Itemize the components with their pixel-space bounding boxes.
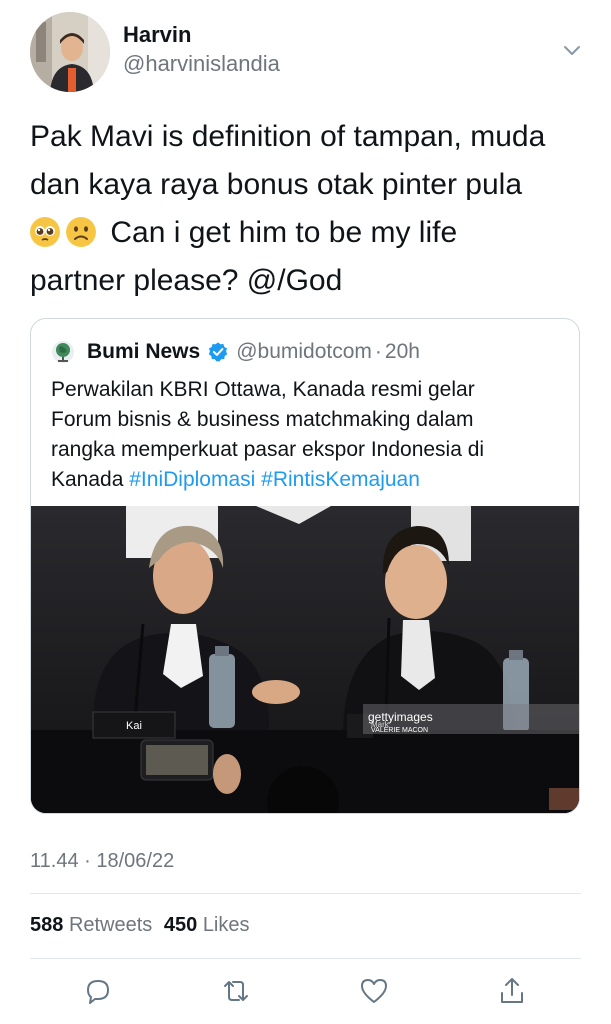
tweet-line: Pak Mavi is definition of tampan, muda (30, 120, 546, 153)
tweet-line-text: Can i get him to be my life (110, 216, 458, 249)
quoted-line: rangka memperkuat pasar ekspor Indonesia… (51, 438, 485, 461)
quoted-time: 20h (384, 340, 420, 363)
hashtag-link[interactable]: #RintisKemajuan (261, 468, 420, 491)
tweet-line: Can i get him to be my life (30, 209, 590, 257)
share-icon[interactable] (496, 975, 528, 1007)
verified-badge-icon (209, 342, 228, 362)
quoted-line-text: Kanada (51, 468, 124, 491)
retweet-label[interactable]: Retweets (69, 914, 152, 936)
tweet-line: dan kaya raya bonus otak pinter pula (30, 168, 522, 201)
nameplate-text: Kai (126, 720, 142, 732)
tweet-text: Pak Mavi is definition of tampan, muda d… (30, 113, 590, 305)
separator-dot: · (374, 340, 382, 363)
divider (30, 958, 581, 959)
quoted-display-name[interactable]: Bumi News (87, 340, 200, 364)
quoted-line: Forum bisnis & business matchmaking dala… (51, 408, 474, 431)
reply-icon[interactable] (82, 975, 114, 1007)
display-name[interactable]: Harvin (123, 22, 191, 48)
retweet-count[interactable]: 588 (30, 914, 63, 936)
quoted-handle[interactable]: @bumidotcom (236, 340, 372, 364)
quoted-photo[interactable]: Kai gettyimages VALERIE MACON Mark (31, 506, 579, 813)
action-bar (0, 975, 611, 1011)
avatar[interactable] (30, 12, 110, 92)
like-label[interactable]: Likes (203, 914, 250, 936)
pleading-face-emoji (30, 217, 60, 247)
chevron-down-icon[interactable] (562, 40, 582, 65)
frowning-face-emoji (66, 217, 96, 247)
quoted-line: Kanada #IniDiplomasi #RintisKemajuan (51, 465, 571, 495)
tweet-line: partner please? @/God (30, 264, 343, 297)
user-handle[interactable]: @harvinislandia (123, 51, 280, 77)
tweet-timestamp[interactable]: 11.44 · 18/06/22 (30, 850, 174, 873)
like-icon[interactable] (358, 975, 390, 1007)
quoted-tweet[interactable]: Bumi News @bumidotcom · 20h Perwakilan K… (30, 318, 580, 814)
photo-overlay-text: Mark (371, 720, 390, 729)
like-count[interactable]: 450 (164, 914, 197, 936)
quoted-header: Bumi News @bumidotcom · 20h (51, 339, 420, 365)
divider (30, 893, 581, 894)
tweet-stats: 588 Retweets 450 Likes (30, 914, 250, 937)
hashtag-link[interactable]: #IniDiplomasi (129, 468, 255, 491)
bumi-news-logo[interactable] (51, 340, 75, 364)
quoted-line: Perwakilan KBRI Ottawa, Kanada resmi gel… (51, 378, 475, 401)
retweet-icon[interactable] (220, 975, 252, 1007)
quoted-text: Perwakilan KBRI Ottawa, Kanada resmi gel… (51, 375, 571, 495)
